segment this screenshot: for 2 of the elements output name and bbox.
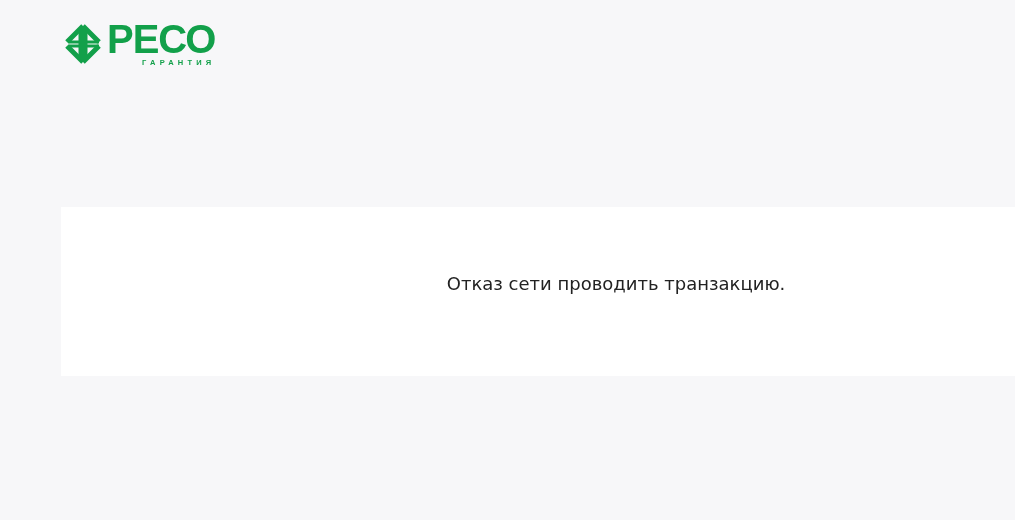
error-message: Отказ сети проводить транзакцию. <box>446 272 786 294</box>
logo-name: РЕСО <box>107 21 216 57</box>
